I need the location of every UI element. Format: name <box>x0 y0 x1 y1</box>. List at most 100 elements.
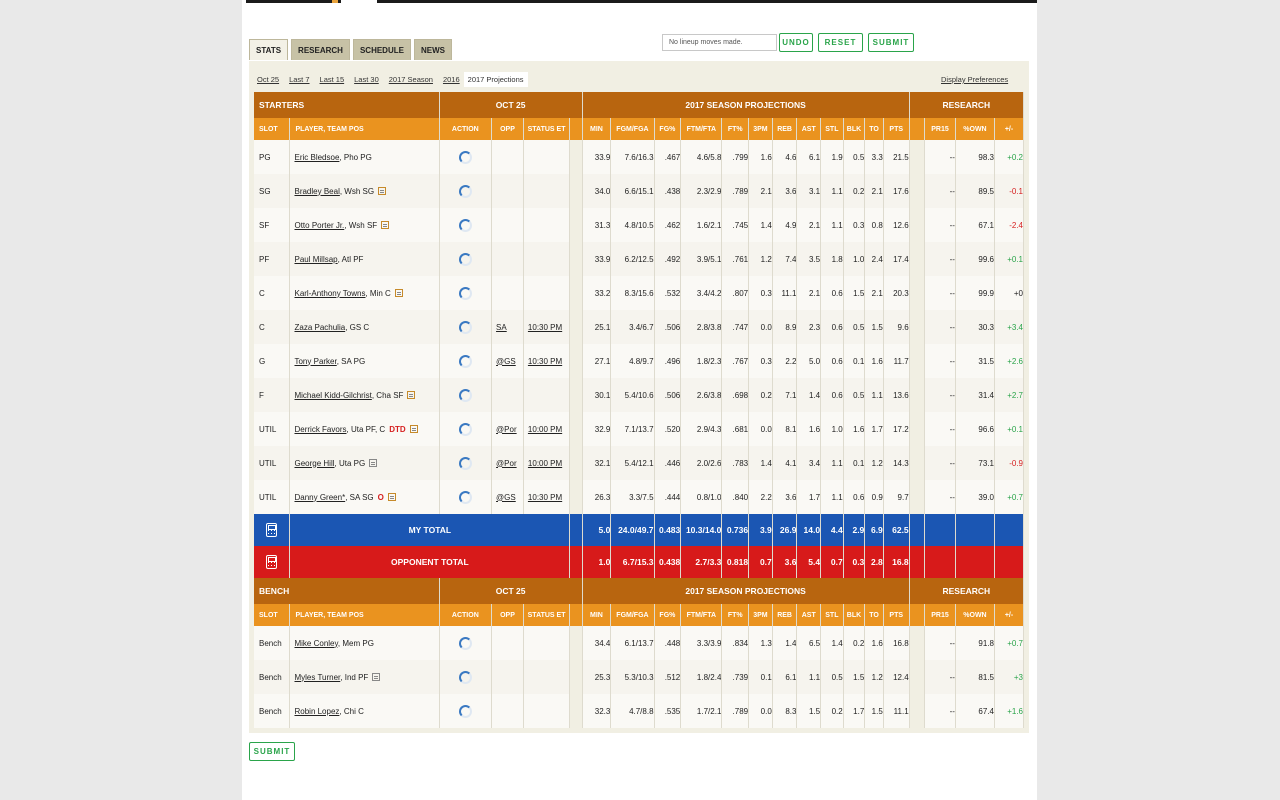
player-name-link[interactable]: Derrick Favors <box>294 425 346 434</box>
stat-blk: 0.2 <box>843 626 866 660</box>
column-header: PLAYER, TEAM POS <box>289 604 440 626</box>
undo-button[interactable]: UNDO <box>779 33 813 52</box>
column-header: PTS <box>883 604 910 626</box>
subtab-last-15[interactable]: Last 15 <box>320 75 345 84</box>
player-news-icon[interactable] <box>394 288 403 297</box>
player-name-link[interactable]: Otto Porter Jr. <box>294 221 344 230</box>
submit-button[interactable]: SUBMIT <box>868 33 914 52</box>
player-news-icon[interactable] <box>372 672 381 681</box>
slot-label[interactable]: Bench <box>254 660 291 694</box>
opponent-cell <box>491 140 524 174</box>
stat-plus-minus: +3.4 <box>994 310 1024 344</box>
stat-plus-minus: +0.7 <box>994 480 1024 514</box>
slot-label[interactable]: UTIL <box>254 412 291 446</box>
stat-stl: 1.8 <box>820 242 844 276</box>
slot-label[interactable]: C <box>254 310 291 344</box>
slot-label[interactable]: Bench <box>254 626 291 660</box>
display-preferences-link[interactable]: Display Preferences <box>941 75 1008 84</box>
game-time-link[interactable]: 10:30 PM <box>528 357 562 366</box>
tab-schedule[interactable]: SCHEDULE <box>352 39 411 60</box>
slot-label[interactable]: UTIL <box>254 480 291 514</box>
tab-news[interactable]: NEWS <box>413 39 452 60</box>
subtab-last-30[interactable]: Last 30 <box>354 75 379 84</box>
player-name-link[interactable]: Karl-Anthony Towns <box>294 289 365 298</box>
opponent-total-row: OPPONENT TOTAL 1.0 6.7/15.3 0.438 2.7/3.… <box>254 546 1024 578</box>
stat-own-pct: 39.0 <box>955 480 996 514</box>
move-player-icon[interactable] <box>458 150 472 164</box>
player-news-icon[interactable] <box>387 492 396 501</box>
move-player-icon[interactable] <box>458 218 472 232</box>
stat-min: 27.1 <box>582 344 612 378</box>
move-player-icon[interactable] <box>458 422 472 436</box>
player-name-link[interactable]: Myles Turner <box>294 673 340 682</box>
stat-fg-pct: .520 <box>654 412 682 446</box>
game-time-link[interactable]: 10:00 PM <box>528 459 562 468</box>
player-news-icon[interactable] <box>378 186 387 195</box>
stat-own-pct: 99.6 <box>955 242 996 276</box>
slot-label[interactable]: G <box>254 344 291 378</box>
move-player-icon[interactable] <box>458 670 472 684</box>
player-news-icon[interactable] <box>381 220 390 229</box>
stat-pts: 17.2 <box>883 412 910 446</box>
move-player-icon[interactable] <box>458 252 472 266</box>
stat-pr15: -- <box>924 446 956 480</box>
bottom-submit-button[interactable]: SUBMIT <box>249 742 295 761</box>
stat-reb: 1.4 <box>772 626 798 660</box>
tab-research[interactable]: RESEARCH <box>291 39 350 60</box>
game-time-link[interactable]: 10:30 PM <box>528 323 562 332</box>
player-name-link[interactable]: Zaza Pachulia <box>294 323 345 332</box>
player-name-link[interactable]: Mike Conley <box>294 639 337 648</box>
subtab-2016[interactable]: 2016 <box>443 75 460 84</box>
player-name-link[interactable]: Robin Lopez <box>294 707 339 716</box>
move-player-icon[interactable] <box>458 320 472 334</box>
slot-label[interactable]: UTIL <box>254 446 291 480</box>
starters-table: STARTERS OCT 25 2017 SEASON PROJECTIONS … <box>254 92 1025 578</box>
player-name-link[interactable]: Paul Millsap <box>294 255 337 264</box>
move-player-icon[interactable] <box>458 184 472 198</box>
player-name-link[interactable]: Eric Bledsoe <box>294 153 339 162</box>
slot-label[interactable]: C <box>254 276 291 310</box>
slot-label[interactable]: F <box>254 378 291 412</box>
player-news-icon[interactable] <box>409 424 418 433</box>
calculator-icon[interactable] <box>266 523 278 537</box>
subtab-last-7[interactable]: Last 7 <box>289 75 309 84</box>
opponent-link[interactable]: SA <box>496 323 507 332</box>
move-player-icon[interactable] <box>458 456 472 470</box>
opponent-link[interactable]: @Por <box>496 459 517 468</box>
tab-stats[interactable]: STATS <box>249 39 289 60</box>
stat-ftm-fta: 2.6/3.8 <box>680 378 723 412</box>
game-time-link[interactable]: 10:00 PM <box>528 425 562 434</box>
opponent-cell <box>491 276 524 310</box>
slot-label[interactable]: PG <box>254 140 291 174</box>
move-player-icon[interactable] <box>458 490 472 504</box>
move-player-icon[interactable] <box>458 286 472 300</box>
subtab-2017-projections[interactable]: 2017 Projections <box>463 71 528 87</box>
reset-button[interactable]: RESET <box>818 33 863 52</box>
move-player-icon[interactable] <box>458 636 472 650</box>
subtab-oct-25[interactable]: Oct 25 <box>257 75 279 84</box>
player-name-link[interactable]: Tony Parker <box>294 357 336 366</box>
player-news-icon[interactable] <box>369 458 378 467</box>
player-news-icon[interactable] <box>407 390 416 399</box>
player-name-link[interactable]: George Hill <box>294 459 334 468</box>
game-time-link[interactable]: 10:30 PM <box>528 493 562 502</box>
slot-label[interactable]: SG <box>254 174 291 208</box>
injury-status-badge: DTD <box>389 424 406 434</box>
move-player-icon[interactable] <box>458 354 472 368</box>
slot-label[interactable]: SF <box>254 208 291 242</box>
stat-plus-minus: +0.1 <box>994 242 1024 276</box>
player-name-link[interactable]: Bradley Beal <box>294 187 339 196</box>
slot-label[interactable]: PF <box>254 242 291 276</box>
player-name-link[interactable]: Michael Kidd-Gilchrist <box>294 391 371 400</box>
subtab-2017-season[interactable]: 2017 Season <box>389 75 433 84</box>
move-player-icon[interactable] <box>458 704 472 718</box>
move-player-icon[interactable] <box>458 388 472 402</box>
column-header: STL <box>820 118 844 140</box>
opponent-link[interactable]: @GS <box>496 357 516 366</box>
opponent-link[interactable]: @GS <box>496 493 516 502</box>
opponent-link[interactable]: @Por <box>496 425 517 434</box>
slot-label[interactable]: Bench <box>254 694 291 728</box>
total-blk: 0.3 <box>843 546 866 578</box>
player-name-link[interactable]: Danny Green* <box>294 493 345 502</box>
calculator-icon[interactable] <box>266 555 278 569</box>
